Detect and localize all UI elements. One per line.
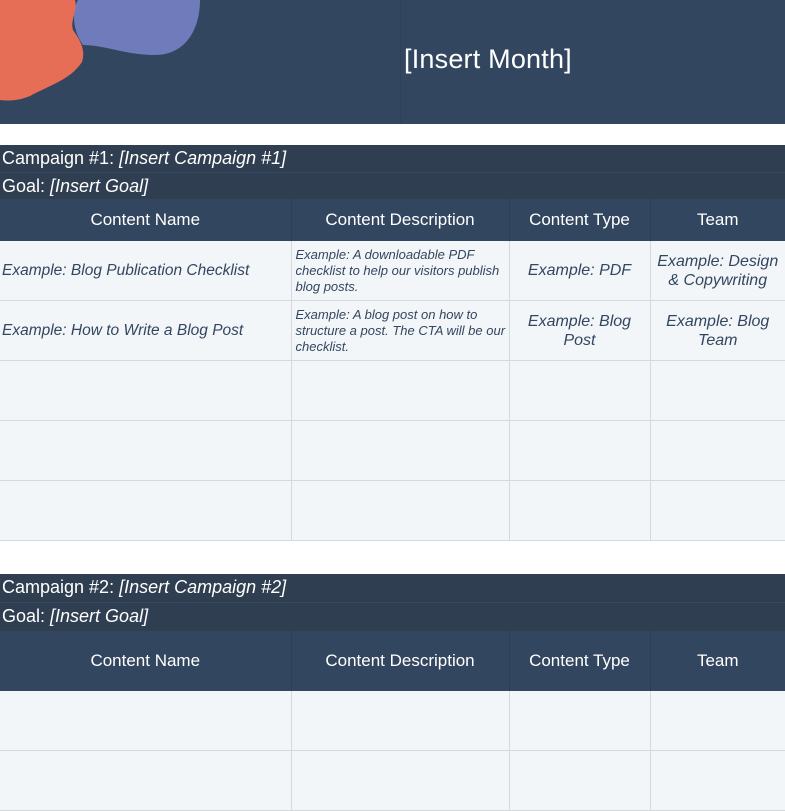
table-row: Example: How to Write a Blog Post Exampl… [0,300,785,361]
team-cell[interactable]: Example: Design & Copywriting [649,241,785,301]
campaign-name: [Insert Campaign #2] [119,577,287,597]
content-type-cell[interactable] [508,480,651,541]
table-row: Example: Blog Publication Checklist Exam… [0,241,785,301]
header-divider [400,0,401,124]
team-cell[interactable] [649,480,785,541]
campaign-label: Campaign #1: [2,148,120,168]
campaign-2-section: Campaign #2: [Insert Campaign #2] Goal: … [0,574,785,811]
header-banner: [Insert Month] [0,0,785,124]
column-header-content-type: Content Type [509,631,651,691]
campaign-1-section: Campaign #1: [Insert Campaign #1] Goal: … [0,145,785,541]
content-type-cell[interactable] [508,420,651,481]
content-type-cell[interactable] [508,691,651,751]
content-name-cell[interactable]: Example: How to Write a Blog Post [0,300,292,361]
content-name-cell[interactable] [0,360,292,421]
campaign-1-title[interactable]: Campaign #1: [Insert Campaign #1] [0,145,785,172]
team-cell[interactable] [649,360,785,421]
orange-blob-shape [0,0,84,101]
campaign-2-title[interactable]: Campaign #2: [Insert Campaign #2] [0,574,785,602]
table-row [0,420,785,481]
campaign-1-table: Content Name Content Description Content… [0,199,785,541]
content-name-cell[interactable] [0,750,292,811]
content-description-cell[interactable] [290,480,510,541]
content-type-cell[interactable]: Example: PDF [508,241,651,301]
campaign-2-goal[interactable]: Goal: [Insert Goal] [0,602,785,631]
content-description-cell[interactable] [290,691,510,751]
table-row [0,750,785,811]
campaign-1-goal[interactable]: Goal: [Insert Goal] [0,172,785,199]
goal-label: Goal: [2,606,51,626]
column-header-content-description: Content Description [291,199,510,241]
team-cell[interactable] [649,420,785,481]
table-header-row: Content Name Content Description Content… [0,631,785,691]
goal-value: [Insert Goal] [50,606,149,626]
table-header-row: Content Name Content Description Content… [0,199,785,241]
month-title[interactable]: [Insert Month] [404,44,572,75]
table-row [0,480,785,541]
content-type-cell[interactable] [508,750,651,811]
table-row [0,691,785,751]
purple-blob-shape [73,0,200,55]
column-header-content-name: Content Name [0,631,292,691]
campaign-name: [Insert Campaign #1] [119,148,287,168]
content-description-cell[interactable]: Example: A downloadable PDF checklist to… [290,241,510,301]
column-header-team: Team [650,199,785,241]
team-cell[interactable] [649,691,785,751]
campaign-2-table: Content Name Content Description Content… [0,631,785,811]
content-description-cell[interactable]: Example: A blog post on how to structure… [290,300,510,361]
column-header-team: Team [650,631,785,691]
content-name-cell[interactable] [0,480,292,541]
content-description-cell[interactable] [290,420,510,481]
table-row [0,360,785,421]
content-name-cell[interactable]: Example: Blog Publication Checklist [0,241,292,301]
column-header-content-name: Content Name [0,199,292,241]
goal-value: [Insert Goal] [50,176,149,196]
campaign-label: Campaign #2: [2,577,120,597]
content-type-cell[interactable] [508,360,651,421]
column-header-content-type: Content Type [509,199,651,241]
column-header-content-description: Content Description [291,631,510,691]
team-cell[interactable] [649,750,785,811]
content-name-cell[interactable] [0,420,292,481]
content-description-cell[interactable] [290,750,510,811]
decorative-blobs [0,0,200,101]
goal-label: Goal: [2,176,51,196]
content-type-cell[interactable]: Example: Blog Post [508,300,651,361]
content-description-cell[interactable] [290,360,510,421]
content-name-cell[interactable] [0,691,292,751]
team-cell[interactable]: Example: Blog Team [649,300,785,361]
